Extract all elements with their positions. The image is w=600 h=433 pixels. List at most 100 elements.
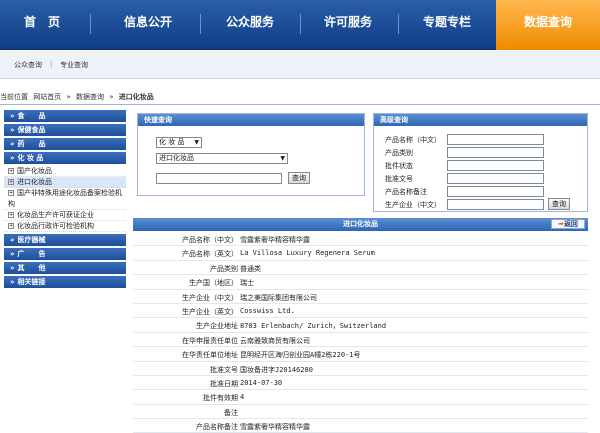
category-select[interactable]: 化 妆 品 ▼ [156,137,202,148]
quick-query-title: 快速查询 [138,114,364,126]
field-label-approval-status: 批件状态 [385,162,413,170]
row-label: 产品名称备注 [196,423,238,432]
row-label: 生产企业（英文） [182,307,238,316]
nav-license-service[interactable]: 许可服务 [308,0,388,50]
advanced-search-button[interactable]: 查询 [548,198,570,210]
chevron-icon: » [10,126,15,134]
field-label-approval-number: 批准文号 [385,175,413,183]
subnav-public-query[interactable]: 公众查询 [14,60,42,70]
sidebar-cat-label: 医疗器械 [17,236,46,244]
row-value: Cosswiss Ltd. [240,306,295,315]
chevron-icon: » [10,140,15,148]
product-name-cn-input[interactable] [447,134,544,145]
row-value: 瑞之美国际集团有限公司 [240,293,317,302]
row-label: 备注 [224,408,238,417]
sidebar-cat-other[interactable]: » 其 他 [4,262,126,274]
chevron-icon: » [10,264,15,272]
sidebar-item-imported-cosmetics[interactable]: + 进口化妆品 [4,177,126,188]
table-row: 批准日期 2014-07-30 [133,376,588,391]
row-value: 8703 Erlenbach/ Zurich，Switzerland [240,322,387,331]
row-label: 在华申报责任单位 [182,336,238,345]
subcategory-select[interactable]: 进口化妆品 ▼ [156,153,288,164]
sidebar-item-label: 化妆品行政许可检验机构 [17,222,94,230]
advanced-query-title: 高级查询 [374,114,587,126]
breadcrumb-data-query[interactable]: 数据查询 [76,93,104,101]
breadcrumb-separator: » [66,93,71,101]
row-label: 批准文号 [210,365,238,374]
table-row: 产品名称备注 雪露紫奢华精容精华露 [133,419,588,433]
expand-icon: + [8,190,14,196]
sidebar-cat-cosmetics[interactable]: » 化 妆 品 [4,152,126,164]
sidebar-cat-food[interactable]: » 食 品 [4,110,126,122]
row-label: 生产国（地区） [189,279,238,288]
sidebar-item-label: 国产非特殊用途化妆品备案检验机构 [8,189,122,208]
row-value: 昆明经开区海归创业园A幢2栋220-1号 [240,351,361,360]
advanced-query-panel: 高级查询 产品名称（中文） 产品类别 批件状态 批准文号 产品名称备注 生产企业… [373,113,588,212]
sidebar-cat-health-food[interactable]: » 保健食品 [4,124,126,136]
row-value: 国妆备进字J20146280 [240,365,313,374]
sidebar-cat-label: 食 品 [17,112,46,120]
sidebar-cat-label: 其 他 [17,264,46,272]
row-label: 生产企业地址 [196,322,238,331]
sidebar-item-admin-inspection[interactable]: + 化妆品行政许可检验机构 [4,221,126,232]
sidebar-cat-label: 化 妆 品 [17,154,44,162]
row-value: 雪露紫奢华精容精华露 [240,423,310,432]
breadcrumb-home[interactable]: 网站首页 [33,93,61,101]
row-value: 雪露紫奢华精容精华露 [240,236,310,244]
table-row: 在华申报责任单位 云南雅致商贸有限公司 [133,333,588,348]
breadcrumb: 当前位置 网站首页 » 数据查询 » 进口化妆品 [0,92,600,104]
sidebar-cat-medical-devices[interactable]: » 医疗器械 [4,234,126,246]
table-row: 生产企业（英文） Cosswiss Ltd. [133,304,588,319]
quick-query-panel: 快速查询 化 妆 品 ▼ 进口化妆品 ▼ 查询 [137,113,365,196]
row-value: 4 [240,393,245,402]
sidebar-item-filing-inspection[interactable]: + 国产非特殊用途化妆品备案检验机构 [4,188,126,210]
sidebar-cat-ads[interactable]: » 广 告 [4,248,126,260]
row-label: 批准日期 [210,379,238,388]
nav-data-query[interactable]: 数据查询 [496,0,600,50]
expand-icon: + [8,212,14,218]
quick-search-input[interactable] [156,173,282,184]
sidebar-cat-links[interactable]: » 相关链接 [4,276,126,288]
back-button[interactable]: ➡返回 [551,219,585,229]
chevron-icon: » [10,250,15,258]
table-row: 产品名称（英文） La Villosa Luxury Regenera Serum [133,246,588,261]
row-label: 在华责任单位地址 [182,351,238,360]
table-row: 产品名称（中文） 雪露紫奢华精容精华露 [133,232,588,247]
breadcrumb-prefix: 当前位置 [0,93,28,101]
sidebar-item-label: 进口化妆品 [17,178,52,186]
row-value: 2014-07-30 [240,378,283,387]
table-row: 产品类别 普通类 [133,261,588,276]
nav-public-service[interactable]: 公众服务 [210,0,290,50]
nav-special-topics[interactable]: 专题专栏 [404,0,490,50]
product-category-input[interactable] [447,147,544,158]
subnav-professional-query[interactable]: 专业查询 [60,60,88,70]
sidebar-item-label: 国产化妆品 [17,167,52,175]
sidebar-cat-label: 药 品 [17,140,46,148]
nav-divider [398,14,399,34]
manufacturer-cn-input[interactable] [447,199,544,210]
table-row: 生产企业（中文） 瑞之美国际集团有限公司 [133,290,588,304]
chevron-icon: » [10,112,15,120]
sidebar-item-domestic-cosmetics[interactable]: + 国产化妆品 [4,166,126,177]
sidebar-cat-drugs[interactable]: » 药 品 [4,138,126,150]
nav-info-disclosure[interactable]: 信息公开 [108,0,188,50]
row-label: 生产企业（中文） [182,293,238,302]
table-row: 生产国（地区） 瑞士 [133,275,588,290]
nav-divider [200,14,201,34]
result-title: 进口化妆品 [343,220,378,228]
chevron-down-icon: ▼ [194,139,199,146]
sidebar-item-production-license[interactable]: + 化妆品生产许可获证企业 [4,210,126,221]
approval-number-input[interactable] [447,173,544,184]
nav-divider [90,14,91,34]
nav-home[interactable]: 首 页 [12,0,72,50]
table-row: 批准文号 国妆备进字J20146280 [133,362,588,376]
table-row: 备注 [133,405,588,420]
expand-icon: + [8,168,14,174]
quick-search-button[interactable]: 查询 [288,172,310,184]
product-name-note-input[interactable] [447,186,544,197]
breadcrumb-separator: » [109,93,114,101]
approval-status-input[interactable] [447,160,544,171]
sidebar: » 食 品 » 保健食品 » 药 品 » 化 妆 品 + 国产化妆品 + 进口化妆品 + 国产… [4,110,126,290]
row-label: 产品名称（英文） [182,250,238,259]
row-value: 云南雅致商贸有限公司 [240,336,310,345]
